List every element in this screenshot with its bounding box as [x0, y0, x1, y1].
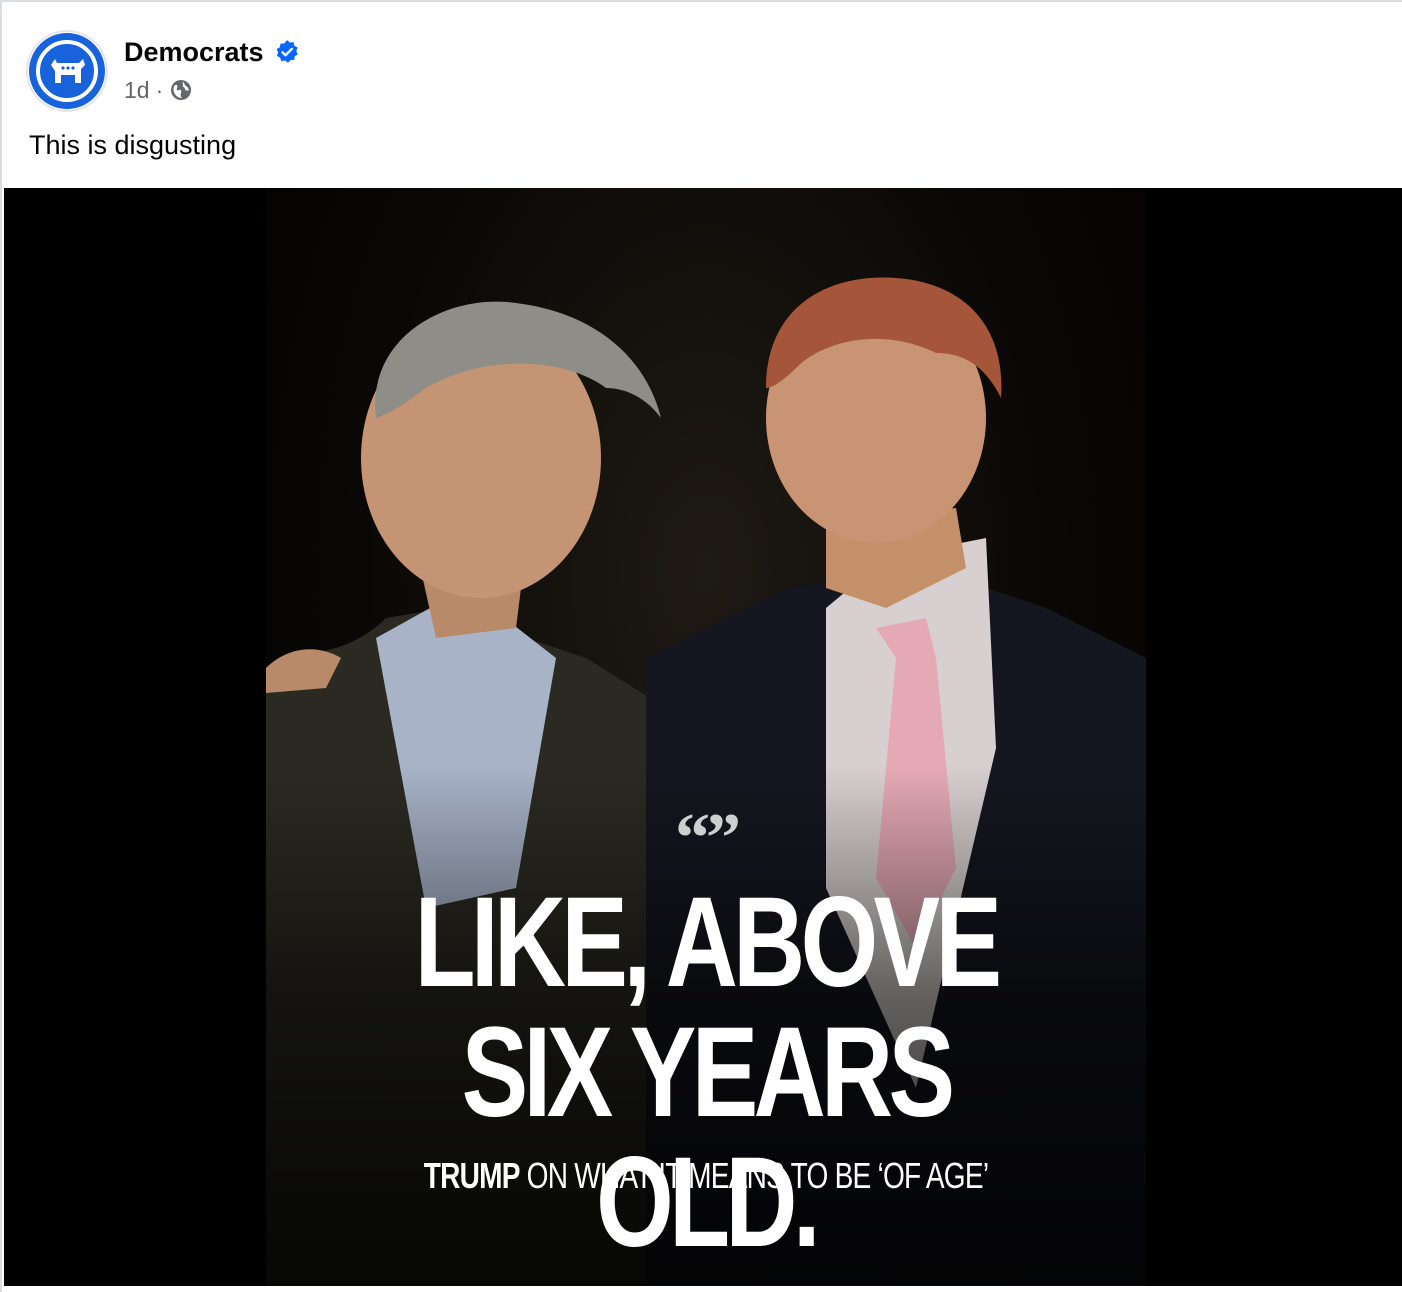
- headline-line-1: LIKE, ABOVE: [414, 871, 1002, 1014]
- post-caption: This is disgusting: [29, 130, 237, 160]
- separator-dot: ·: [155, 77, 164, 103]
- subline: TRUMP ON WHAT IT MEANS TO BE ‘OF AGE’: [363, 1156, 1049, 1196]
- headline: LIKE, ABOVE SIX YEARS OLD.: [363, 878, 1049, 1268]
- page-name[interactable]: Democrats: [124, 36, 264, 68]
- verified-badge-icon: [276, 40, 298, 63]
- avatar[interactable]: [26, 30, 108, 112]
- post-image[interactable]: “” LIKE, ABOVE SIX YEARS OLD. TRUMP ON W…: [4, 188, 1402, 1286]
- subline-rest: ON WHAT IT MEANS TO BE ‘OF AGE’: [519, 1155, 989, 1196]
- subline-bold: TRUMP: [423, 1155, 521, 1196]
- post-header: Democrats 1d ·: [26, 30, 300, 112]
- post-timestamp[interactable]: 1d: [124, 76, 150, 104]
- donkey-logo-icon: [51, 59, 85, 83]
- photo: “” LIKE, ABOVE SIX YEARS OLD. TRUMP ON W…: [266, 188, 1146, 1286]
- globe-icon[interactable]: [169, 78, 193, 102]
- headline-line-2: SIX YEARS OLD.: [461, 1001, 955, 1274]
- facebook-post: Democrats 1d · This is disgusting “” LIK…: [0, 0, 1402, 1292]
- quote-mark: “”: [675, 800, 741, 877]
